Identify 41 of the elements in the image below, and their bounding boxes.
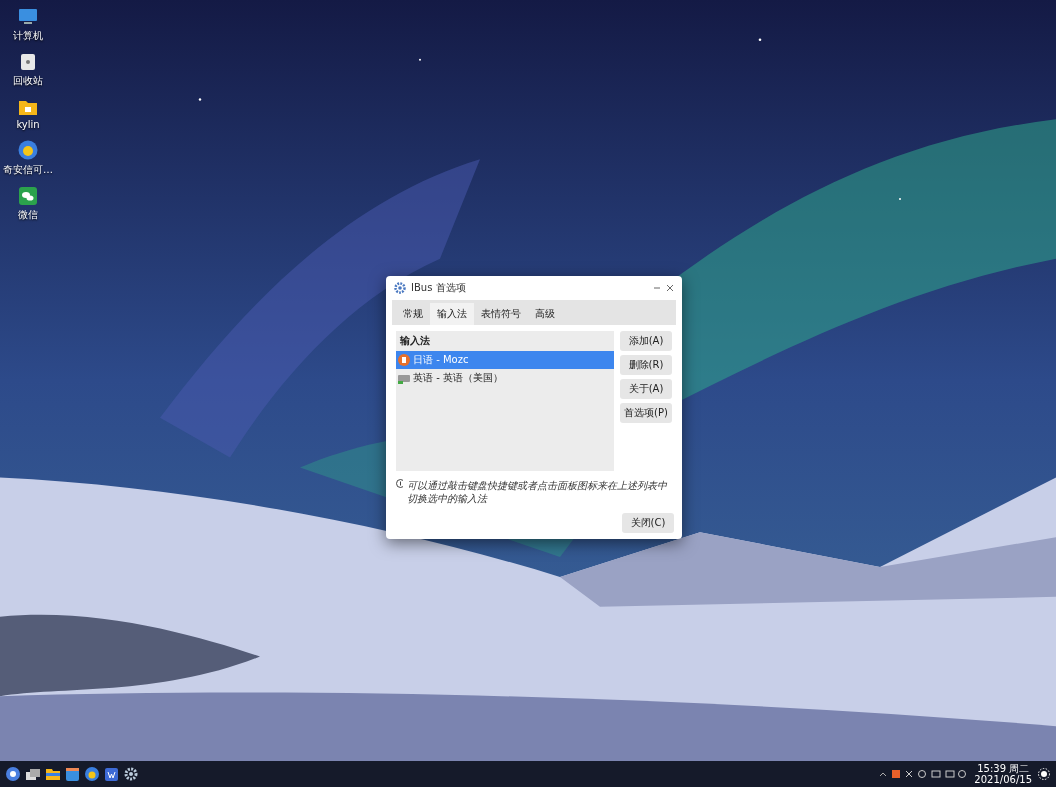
hint-text: 可以通过敲击键盘快捷键或者点击面板图标来在上述列表中切换选中的输入法 [407,479,668,505]
tab[interactable]: 高级 [528,303,562,325]
sun-icon[interactable] [1038,768,1050,780]
folder-icon[interactable] [18,98,38,116]
desktop-icon-label[interactable]: 计算机 [13,29,43,43]
input-method-label: 英语 - 英语（美国） [413,371,503,385]
tab[interactable]: 表情符号 [474,303,528,325]
tab[interactable]: 输入法 [430,303,474,325]
side-button[interactable]: 关于(A) [620,379,672,399]
close-button[interactable]: 关闭(C) [622,513,674,533]
browser-icon[interactable] [18,140,38,160]
settings-icon[interactable] [124,767,138,781]
clock[interactable]: 15:39 周二 2021/06/15 [974,762,1032,786]
info-icon [396,479,403,488]
start-icon[interactable] [6,767,20,781]
side-button[interactable]: 添加(A) [620,331,672,351]
input-method-row[interactable]: 日语 - Mozc [396,351,614,369]
keyboard-icon [398,372,410,384]
document-icon[interactable] [105,767,118,781]
side-button[interactable]: 删除(R) [620,355,672,375]
window-title: IBus 首选项 [411,281,467,295]
folder-icon[interactable] [46,768,60,780]
close-icon[interactable] [666,284,674,292]
desktop-icon-label[interactable]: 奇安信可… [3,163,53,177]
side-button[interactable]: 首选项(P) [620,403,672,423]
list-header: 输入法 [399,334,431,348]
desktop-icon-label[interactable]: kylin [16,119,40,130]
input-method-row[interactable]: 英语 - 英语（美国） [396,369,614,387]
windows-icon[interactable] [26,768,40,780]
desktop-icon-label[interactable]: 回收站 [13,74,43,88]
gear-icon [394,282,406,294]
tab[interactable]: 常规 [396,303,430,325]
trash-icon[interactable] [20,53,36,71]
browser-icon[interactable] [85,767,99,781]
chat-icon[interactable] [19,187,37,205]
desktop-icon-label[interactable]: 微信 [18,208,38,222]
mozc-icon [398,354,410,366]
store-icon[interactable] [66,767,79,781]
monitor-icon[interactable] [18,8,38,26]
tray-icons-drawing[interactable] [878,769,969,779]
input-method-label: 日语 - Mozc [413,353,469,367]
